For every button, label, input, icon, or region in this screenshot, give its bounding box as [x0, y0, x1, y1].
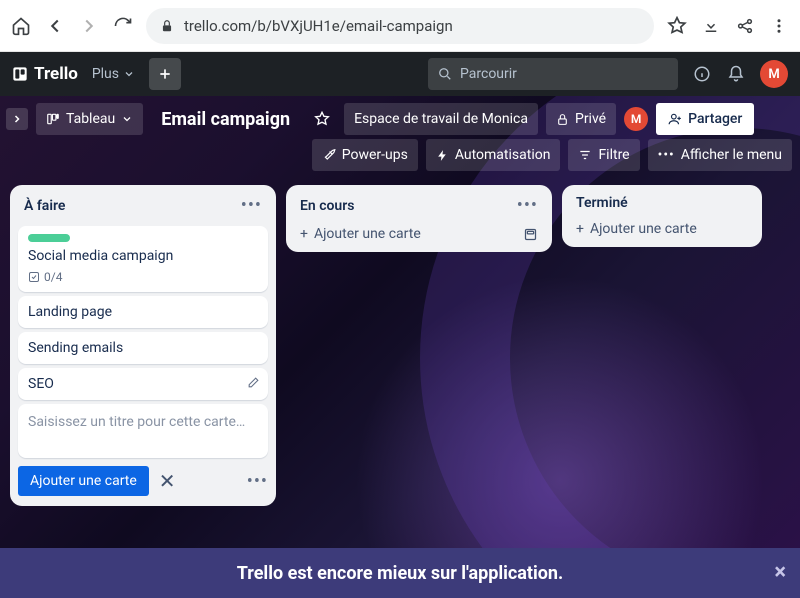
- checklist-icon: [28, 271, 40, 283]
- app-promo-banner: Trello est encore mieux sur l'applicatio…: [0, 548, 800, 598]
- brand-text: Trello: [34, 64, 78, 84]
- label-green: [28, 234, 70, 242]
- board-header: Tableau Email campaign Espace de travail…: [0, 96, 800, 139]
- browser-chrome: trello.com/b/bVXjUH1e/email-campaign: [0, 0, 800, 52]
- list-en-cours: En cours ••• + Ajouter une carte: [286, 185, 552, 252]
- reload-icon[interactable]: [112, 15, 134, 37]
- star-button[interactable]: [308, 103, 336, 135]
- rocket-icon: [322, 148, 336, 162]
- powerups-button[interactable]: Power-ups: [312, 139, 418, 171]
- ellipsis-icon: •••: [658, 147, 675, 163]
- search-placeholder: Parcourir: [460, 66, 517, 82]
- list-title[interactable]: En cours: [300, 198, 354, 214]
- automation-button[interactable]: Automatisation: [426, 139, 561, 171]
- avatar[interactable]: M: [760, 60, 788, 88]
- template-icon[interactable]: [523, 227, 538, 242]
- back-icon[interactable]: [44, 15, 66, 37]
- view-label: Tableau: [66, 111, 115, 127]
- plus-icon: +: [576, 221, 584, 237]
- user-plus-icon: [668, 112, 682, 126]
- workspace-button[interactable]: Espace de travail de Monica: [344, 103, 538, 135]
- add-card-button[interactable]: + Ajouter une carte: [300, 226, 421, 242]
- chevron-down-icon: [123, 68, 135, 80]
- banner-text: Trello est encore mieux sur l'applicatio…: [237, 563, 564, 584]
- card[interactable]: Sending emails: [18, 332, 268, 364]
- powerups-label: Power-ups: [342, 147, 408, 163]
- lock-icon: [160, 19, 174, 33]
- board-subheader: Power-ups Automatisation Filtre ••• Affi…: [0, 139, 800, 179]
- filter-label: Filtre: [598, 147, 629, 163]
- visibility-button[interactable]: Privé: [546, 103, 616, 135]
- checklist-count: 0/4: [44, 270, 62, 284]
- card-title: Landing page: [28, 304, 258, 320]
- automation-label: Automatisation: [455, 147, 551, 163]
- star-icon[interactable]: [666, 15, 688, 37]
- show-menu-label: Afficher le menu: [681, 147, 782, 163]
- search-input[interactable]: Parcourir: [428, 58, 678, 90]
- search-icon: [438, 67, 452, 81]
- download-icon[interactable]: [700, 15, 722, 37]
- list-title[interactable]: À faire: [24, 198, 65, 214]
- board-title[interactable]: Email campaign: [151, 109, 300, 130]
- add-card-label: Ajouter une carte: [590, 221, 697, 237]
- add-card-label: Ajouter une carte: [314, 226, 421, 242]
- star-icon: [314, 111, 330, 127]
- info-icon[interactable]: [692, 64, 712, 84]
- chevron-right-icon: [11, 113, 23, 125]
- view-switcher[interactable]: Tableau: [36, 103, 143, 135]
- url-text: trello.com/b/bVXjUH1e/email-campaign: [184, 17, 453, 35]
- share-button[interactable]: Partager: [656, 103, 754, 135]
- top-nav: Trello Plus Parcourir M: [0, 52, 800, 96]
- lock-icon: [556, 113, 569, 126]
- home-icon[interactable]: [10, 15, 32, 37]
- card-title: SEO: [28, 376, 258, 392]
- card-composer[interactable]: Saisissez un titre pour cette carte…: [18, 404, 268, 458]
- bell-icon[interactable]: [726, 64, 746, 84]
- filter-icon: [578, 148, 592, 162]
- pencil-icon[interactable]: [247, 376, 260, 389]
- plus-label: Plus: [92, 66, 119, 82]
- card[interactable]: Landing page: [18, 296, 268, 328]
- share-label: Partager: [688, 111, 742, 127]
- create-button[interactable]: [149, 58, 181, 90]
- add-card-button[interactable]: Ajouter une carte: [18, 466, 149, 496]
- workspace-label: Espace de travail de Monica: [354, 111, 528, 127]
- lists-container: À faire ••• Social media campaign 0/4 La…: [0, 179, 800, 512]
- card-title: Sending emails: [28, 340, 258, 356]
- list-title[interactable]: Terminé: [576, 195, 628, 211]
- visibility-label: Privé: [575, 111, 606, 127]
- list-menu-button[interactable]: •••: [517, 195, 538, 216]
- brand[interactable]: Trello: [12, 64, 78, 84]
- plus-menu[interactable]: Plus: [92, 66, 135, 82]
- trello-logo-icon: [12, 66, 28, 82]
- add-card-button[interactable]: + Ajouter une carte: [576, 221, 697, 237]
- omnibox[interactable]: trello.com/b/bVXjUH1e/email-campaign: [146, 8, 654, 44]
- close-icon[interactable]: ✕: [159, 469, 176, 493]
- bolt-icon: [436, 149, 449, 162]
- plus-icon: +: [300, 226, 308, 242]
- filter-button[interactable]: Filtre: [568, 139, 639, 171]
- card-title: Social media campaign: [28, 248, 258, 264]
- composer-placeholder: Saisissez un titre pour cette carte…: [28, 414, 245, 430]
- forward-icon: [78, 15, 100, 37]
- card[interactable]: SEO: [18, 368, 268, 400]
- expand-sidebar-button[interactable]: [6, 108, 28, 130]
- member-avatar[interactable]: M: [624, 107, 648, 131]
- share-icon[interactable]: [734, 15, 756, 37]
- board-area: Tableau Email campaign Espace de travail…: [0, 96, 800, 548]
- chevron-down-icon: [121, 113, 133, 125]
- card[interactable]: Social media campaign 0/4: [18, 226, 268, 292]
- list-a-faire: À faire ••• Social media campaign 0/4 La…: [10, 185, 276, 506]
- board-icon: [46, 112, 60, 126]
- show-menu-button[interactable]: ••• Afficher le menu: [648, 139, 792, 171]
- list-termine: Terminé + Ajouter une carte: [562, 185, 762, 247]
- plus-icon: [157, 66, 173, 82]
- close-icon[interactable]: ×: [774, 560, 786, 585]
- kebab-icon[interactable]: [768, 15, 790, 37]
- list-menu-button[interactable]: •••: [241, 195, 262, 216]
- card-options-button[interactable]: •••: [247, 471, 268, 492]
- checklist-badge: 0/4: [28, 270, 258, 284]
